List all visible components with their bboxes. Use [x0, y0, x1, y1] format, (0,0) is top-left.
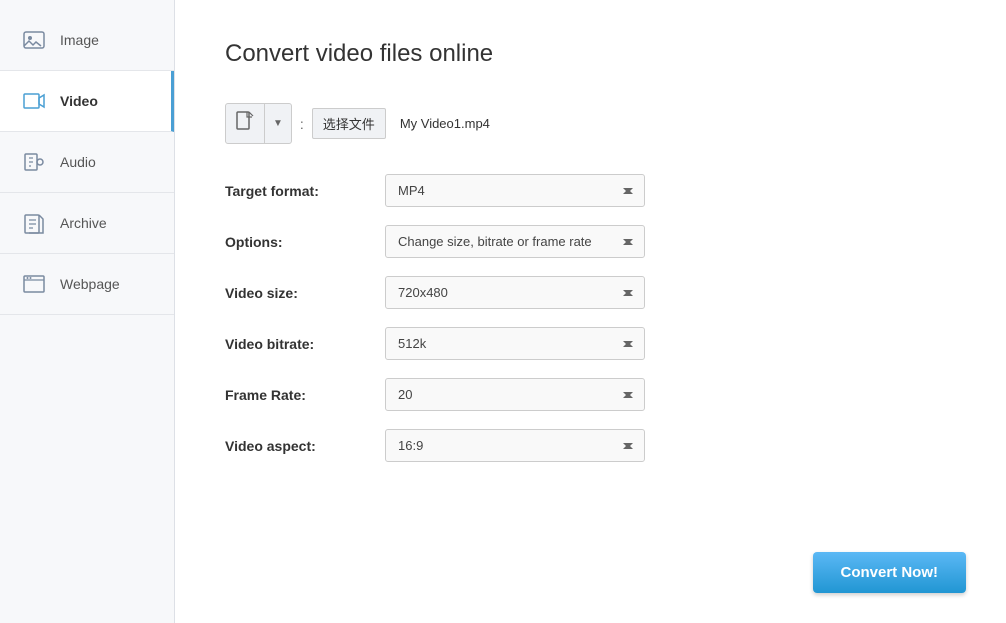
archive-icon: [20, 209, 48, 237]
video-aspect-row: Video aspect: 16:9: [225, 429, 956, 462]
file-doc-icon: [226, 104, 265, 143]
file-name-display: My Video1.mp4: [400, 116, 490, 131]
sidebar-item-video[interactable]: Video: [0, 71, 174, 132]
webpage-icon: [20, 270, 48, 298]
sidebar-item-image-label: Image: [60, 32, 99, 48]
video-bitrate-row: Video bitrate: 512k: [225, 327, 956, 360]
video-size-label: Video size:: [225, 285, 385, 301]
frame-rate-select[interactable]: 20: [385, 378, 645, 411]
options-row: Options: Change size, bitrate or frame r…: [225, 225, 956, 258]
sidebar-item-archive-label: Archive: [60, 215, 107, 231]
target-format-select[interactable]: MP4: [385, 174, 645, 207]
frame-rate-label: Frame Rate:: [225, 387, 385, 403]
sidebar-item-audio[interactable]: Audio: [0, 132, 174, 193]
video-size-select[interactable]: 720x480: [385, 276, 645, 309]
dropdown-arrow-icon[interactable]: ▼: [265, 111, 291, 136]
target-format-label: Target format:: [225, 183, 385, 199]
convert-now-button[interactable]: Convert Now!: [813, 552, 967, 593]
sidebar-item-audio-label: Audio: [60, 154, 96, 170]
sidebar-item-webpage[interactable]: Webpage: [0, 254, 174, 315]
page-title: Convert video files online: [225, 40, 956, 68]
options-select[interactable]: Change size, bitrate or frame rate: [385, 225, 645, 258]
file-upload-row: ▼ : 选择文件 My Video1.mp4: [225, 103, 956, 144]
audio-icon: [20, 148, 48, 176]
video-bitrate-select[interactable]: 512k: [385, 327, 645, 360]
sidebar-item-video-label: Video: [60, 93, 98, 109]
file-colon: :: [300, 116, 304, 132]
sidebar: Image Video Audio Archive Webpage: [0, 0, 175, 623]
video-icon: [20, 87, 48, 115]
video-size-row: Video size: 720x480: [225, 276, 956, 309]
choose-file-button[interactable]: 选择文件: [312, 108, 386, 139]
frame-rate-row: Frame Rate: 20: [225, 378, 956, 411]
image-icon: [20, 26, 48, 54]
sidebar-item-archive[interactable]: Archive: [0, 193, 174, 254]
video-aspect-select[interactable]: 16:9: [385, 429, 645, 462]
sidebar-item-image[interactable]: Image: [0, 10, 174, 71]
video-aspect-label: Video aspect:: [225, 438, 385, 454]
sidebar-item-webpage-label: Webpage: [60, 276, 120, 292]
target-format-row: Target format: MP4: [225, 174, 956, 207]
video-bitrate-label: Video bitrate:: [225, 336, 385, 352]
options-label: Options:: [225, 234, 385, 250]
file-select-button[interactable]: ▼: [225, 103, 292, 144]
main-content: Convert video files online ▼ : 选择文件 My V…: [175, 0, 1006, 623]
